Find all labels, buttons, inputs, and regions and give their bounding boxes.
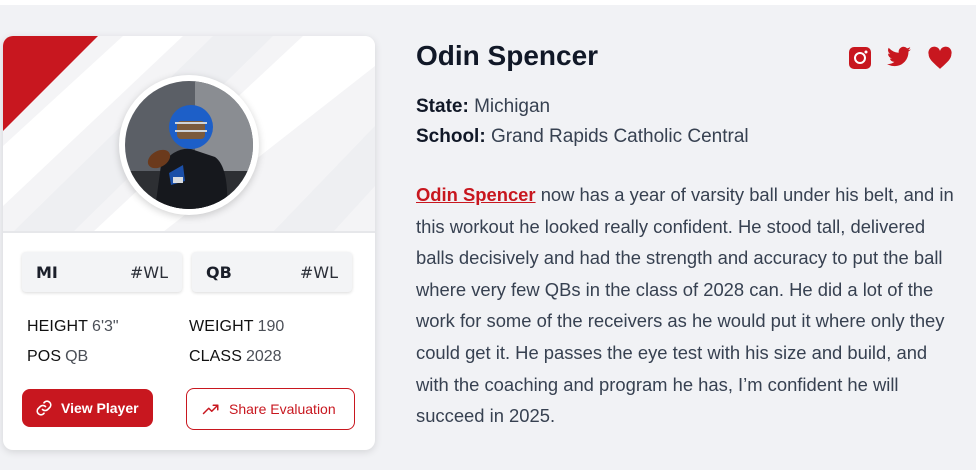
pos-value: QB (65, 348, 89, 365)
pos-label: POS (27, 348, 62, 365)
view-player-label: View Player (61, 400, 139, 416)
card-hero-banner (3, 36, 375, 232)
player-name-link[interactable]: Odin Spencer (416, 184, 536, 205)
share-evaluation-label: Share Evaluation (229, 401, 336, 417)
class-stat: CLASS 2028 (189, 348, 282, 366)
height-label: HEIGHT (27, 318, 89, 335)
state-tag-label: MI (36, 263, 58, 282)
link-icon (35, 399, 53, 420)
top-edge (0, 0, 976, 5)
instagram-icon[interactable] (848, 46, 872, 74)
player-card: MI #WL QB #WL HEIGHT 6'3" WEIGHT 190 POS QB… (3, 36, 375, 450)
height-value: 6'3" (92, 318, 119, 335)
position-tag-label: QB (206, 263, 232, 282)
view-player-button[interactable]: View Player (22, 389, 153, 427)
height-stat: HEIGHT 6'3" (27, 318, 119, 336)
state-tag: MI #WL (22, 252, 182, 292)
player-avatar (119, 75, 259, 215)
state-value: Michigan (474, 96, 551, 117)
school-line: School: Grand Rapids Catholic Central (416, 126, 749, 148)
player-bio: Odin Spencer now has a year of varsity b… (416, 179, 961, 432)
state-tag-rank: #WL (129, 263, 168, 282)
position-stat: POS QB (27, 348, 88, 366)
class-label: CLASS (189, 348, 242, 365)
school-value: Grand Rapids Catholic Central (490, 126, 749, 147)
position-tag: QB #WL (192, 252, 352, 292)
share-evaluation-button[interactable]: Share Evaluation (186, 388, 355, 430)
heart-icon[interactable] (927, 46, 953, 74)
bio-text: now has a year of varsity ball under his… (416, 184, 954, 427)
twitter-icon[interactable] (886, 46, 912, 74)
school-label: School: (416, 126, 486, 147)
class-value: 2028 (245, 348, 282, 365)
player-name: Odin Spencer (416, 40, 599, 71)
position-tag-rank: #WL (299, 263, 338, 282)
weight-label: WEIGHT (189, 318, 254, 335)
hero-divider (3, 231, 375, 233)
state-line: State: Michigan (416, 96, 550, 118)
weight-stat: WEIGHT 190 (189, 318, 284, 336)
trending-up-icon (202, 401, 220, 420)
state-label: State: (416, 96, 469, 117)
weight-value: 190 (257, 318, 285, 335)
